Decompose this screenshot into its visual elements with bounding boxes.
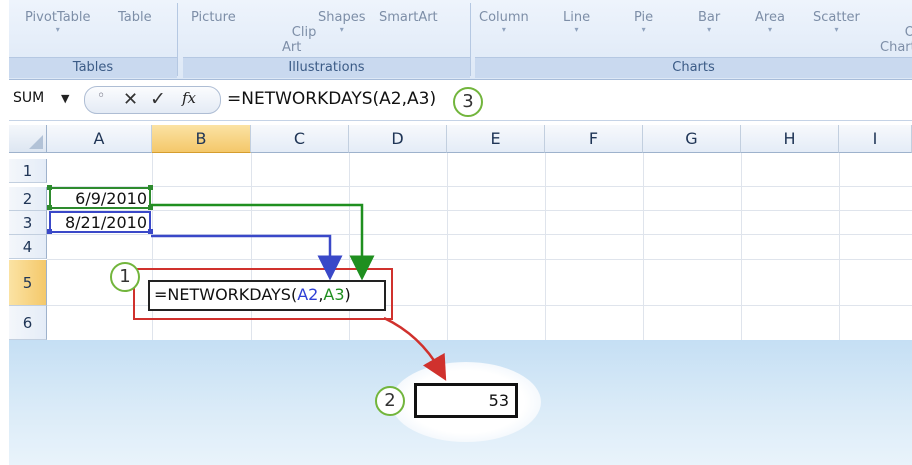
active-cell-b5[interactable]: =NETWORKDAYS(A2,A3)	[148, 280, 386, 311]
chevron-down-icon: ▾	[339, 25, 344, 34]
range-handle[interactable]	[148, 229, 153, 234]
name-box[interactable]: SUM	[13, 90, 44, 106]
pivottable-button[interactable]: PivotTable ▾	[25, 10, 91, 35]
gridline	[447, 153, 448, 340]
pie-chart-button[interactable]: Pie ▾	[634, 10, 653, 35]
ribbon-group-label-charts: Charts	[475, 57, 912, 78]
row-header-4[interactable]: 4	[9, 235, 47, 259]
select-all-corner[interactable]	[9, 125, 47, 153]
column-chart-button[interactable]: Column ▾	[479, 10, 529, 35]
table-button[interactable]: Table	[118, 10, 152, 25]
formula-input[interactable]: =NETWORKDAYS(A2,A3)	[227, 89, 436, 109]
formula-buttons: ◦ ✕ ✓ fx	[84, 86, 221, 114]
ribbon: PivotTable ▾ Table Tables Picture Clip A…	[9, 0, 912, 80]
cancel-icon[interactable]: ✕	[123, 89, 138, 110]
picture-button[interactable]: Picture	[191, 10, 236, 25]
row-header-1[interactable]: 1	[9, 159, 47, 183]
result-value: 53	[488, 391, 509, 410]
name-box-dropdown-icon[interactable]: ▼	[61, 92, 69, 105]
enter-check-icon[interactable]: ✓	[150, 88, 166, 110]
chevron-down-icon: ▾	[767, 25, 772, 34]
chevron-down-icon: ▾	[574, 25, 579, 34]
reference-box-a3	[49, 211, 151, 233]
range-handle[interactable]	[47, 185, 52, 190]
formula-bar-grip-icon: ◦	[97, 88, 106, 104]
callout-3: 3	[453, 87, 483, 117]
reference-box-a2	[49, 187, 151, 209]
range-handle[interactable]	[148, 205, 153, 210]
gridline	[643, 153, 644, 340]
ribbon-group-label-tables: Tables	[9, 57, 177, 78]
result-cell: 53	[414, 383, 518, 418]
gridline	[47, 259, 912, 260]
gridline	[47, 234, 912, 235]
column-header-f[interactable]: F	[545, 125, 643, 153]
column-header-e[interactable]: E	[447, 125, 545, 153]
gridline	[545, 153, 546, 340]
smartart-button[interactable]: SmartArt	[379, 10, 438, 25]
range-handle[interactable]	[148, 185, 153, 190]
select-all-icon	[29, 135, 43, 149]
gridline	[741, 153, 742, 340]
row-header-5[interactable]: 5	[9, 260, 47, 306]
row-header-3[interactable]: 3	[9, 211, 47, 235]
chevron-down-icon: ▾	[834, 25, 839, 34]
ribbon-group-tables: PivotTable ▾ Table Tables	[9, 3, 178, 78]
gridline	[47, 210, 912, 211]
column-header-a[interactable]: A	[47, 125, 152, 153]
bar-chart-button[interactable]: Bar ▾	[698, 10, 720, 35]
column-header-d[interactable]: D	[349, 125, 447, 153]
gridline	[839, 153, 840, 340]
chevron-down-icon: ▾	[55, 25, 60, 34]
insert-function-icon[interactable]: fx	[182, 89, 196, 107]
line-chart-button[interactable]: Line ▾	[563, 10, 590, 35]
scatter-chart-button[interactable]: Scatter ▾	[813, 10, 860, 35]
gridline	[47, 186, 912, 187]
row-header-6[interactable]: 6	[9, 306, 47, 340]
row-header-2[interactable]: 2	[9, 187, 47, 211]
column-header-i[interactable]: I	[839, 125, 912, 153]
chevron-down-icon: ▾	[641, 25, 646, 34]
column-header-h[interactable]: H	[741, 125, 839, 153]
active-cell-formula: =NETWORKDAYS(A2,A3)	[154, 285, 351, 304]
range-handle[interactable]	[47, 229, 52, 234]
column-header-b[interactable]: B	[152, 125, 251, 153]
ribbon-group-charts: Column ▾ Line ▾ Pie ▾ Bar ▾ Area ▾ Scatt…	[475, 3, 912, 78]
ribbon-group-label-illustrations: Illustrations	[183, 57, 470, 78]
column-header-c[interactable]: C	[251, 125, 349, 153]
callout-2: 2	[375, 386, 405, 416]
range-handle[interactable]	[47, 205, 52, 210]
reference-a2: A2	[297, 285, 319, 304]
reference-a3: A3	[323, 285, 345, 304]
chevron-down-icon: ▾	[707, 25, 712, 34]
callout-1: 1	[110, 262, 140, 292]
shapes-button[interactable]: Shapes ▾	[318, 10, 365, 35]
column-header-g[interactable]: G	[643, 125, 741, 153]
area-chart-button[interactable]: Area ▾	[755, 10, 785, 35]
ribbon-group-illustrations: Picture Clip Art Shapes ▾ SmartArt Illus…	[183, 3, 471, 78]
chevron-down-icon: ▾	[501, 25, 506, 34]
